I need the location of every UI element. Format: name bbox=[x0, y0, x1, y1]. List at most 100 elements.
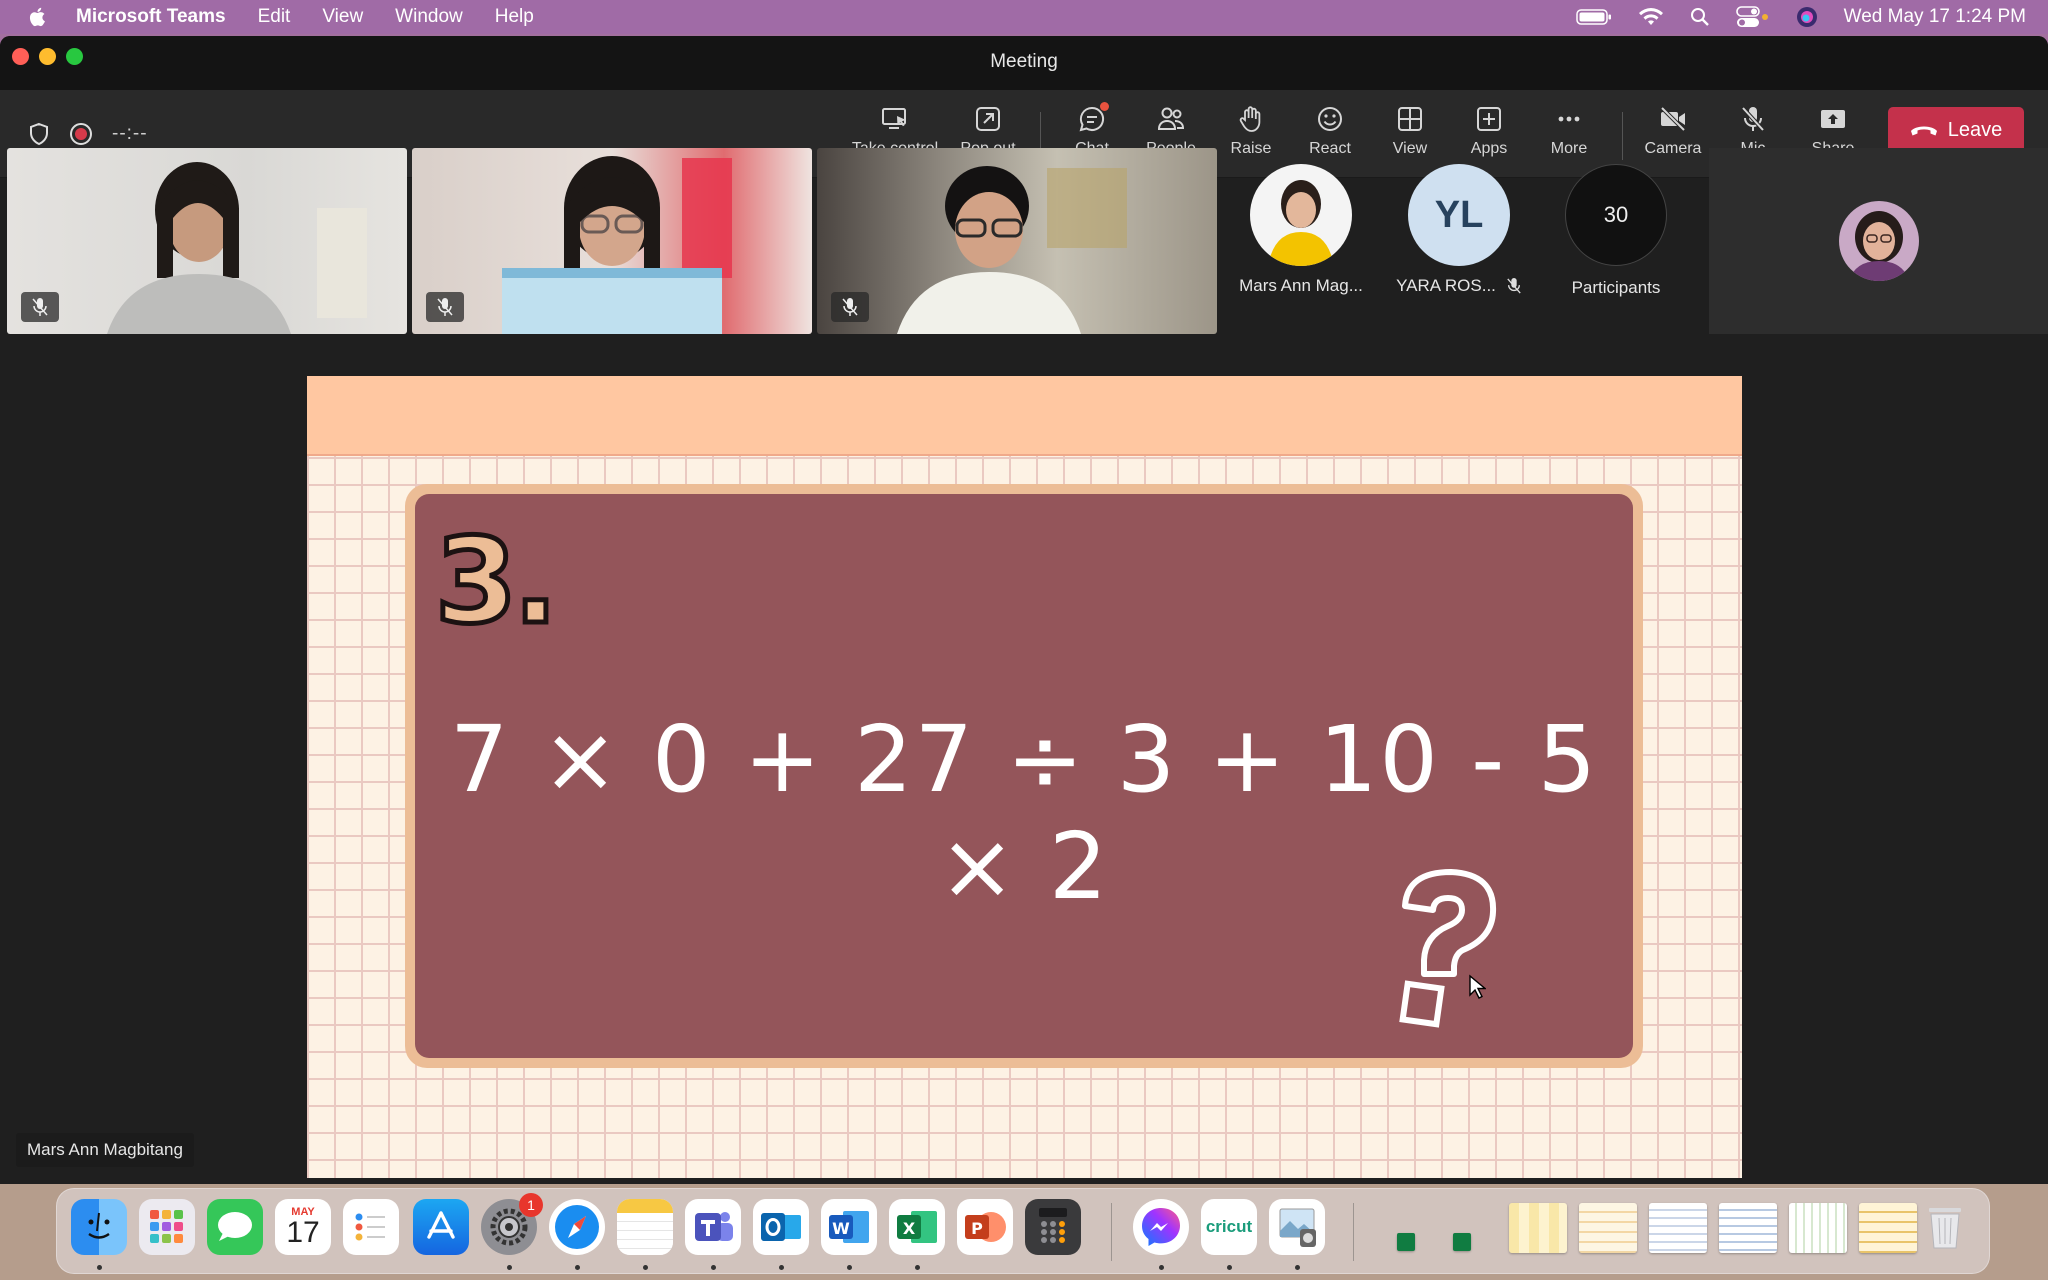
more-icon bbox=[1558, 116, 1580, 122]
spotlight-search-icon[interactable] bbox=[1690, 7, 1710, 27]
menu-app-name[interactable]: Microsoft Teams bbox=[76, 6, 226, 28]
question-number: 3. bbox=[433, 512, 561, 650]
cricut-icon[interactable]: cricut bbox=[1201, 1199, 1257, 1255]
outlook-icon[interactable] bbox=[753, 1199, 809, 1255]
control-center-icon[interactable] bbox=[1735, 6, 1770, 28]
mic-off-icon bbox=[842, 298, 858, 316]
menu-view[interactable]: View bbox=[322, 6, 363, 28]
excel-document-icon[interactable] bbox=[1397, 1233, 1415, 1251]
svg-text:X: X bbox=[903, 1219, 916, 1238]
trash-icon[interactable] bbox=[1917, 1199, 1973, 1255]
take-control-icon bbox=[882, 108, 906, 129]
launchpad-icon[interactable] bbox=[139, 1199, 195, 1255]
avatar: YL bbox=[1408, 164, 1510, 266]
document-thumbnail[interactable] bbox=[1859, 1203, 1917, 1253]
hang-up-icon bbox=[1910, 126, 1937, 136]
document-thumbnail[interactable] bbox=[1719, 1203, 1777, 1253]
participant-avatar-tile[interactable]: YL YARA ROS... bbox=[1389, 164, 1529, 296]
avatar bbox=[1250, 164, 1352, 266]
wifi-icon[interactable] bbox=[1638, 7, 1664, 27]
participant-strip: Mars Ann Mag... YL YARA ROS... 30 Partic… bbox=[0, 146, 2048, 334]
window-titlebar: Meeting bbox=[0, 36, 2048, 90]
presenter-name-label: Mars Ann Magbitang bbox=[16, 1133, 194, 1167]
self-view-tile[interactable] bbox=[1709, 148, 2048, 334]
mic-off-icon bbox=[1741, 106, 1765, 132]
svg-text:W: W bbox=[832, 1219, 850, 1238]
preview-icon[interactable] bbox=[1269, 1199, 1325, 1255]
mic-off-icon bbox=[32, 298, 48, 316]
mic-off-icon bbox=[437, 298, 453, 316]
notification-badge: 1 bbox=[519, 1193, 543, 1217]
muted-indicator bbox=[21, 292, 59, 322]
word-icon[interactable]: W bbox=[821, 1199, 877, 1255]
participant-name: YARA ROS... bbox=[1396, 276, 1496, 295]
messages-icon[interactable] bbox=[207, 1199, 263, 1255]
finder-icon[interactable] bbox=[71, 1199, 127, 1255]
avatar-initials: YL bbox=[1434, 193, 1484, 236]
question-mark-icon bbox=[1399, 869, 1497, 1028]
shield-icon[interactable] bbox=[28, 122, 50, 146]
menu-edit[interactable]: Edit bbox=[258, 6, 291, 28]
muted-indicator bbox=[426, 292, 464, 322]
pop-out-icon bbox=[976, 107, 1000, 131]
react-icon bbox=[1318, 107, 1342, 131]
leave-label: Leave bbox=[1947, 118, 2003, 141]
document-thumbnail[interactable] bbox=[1579, 1203, 1637, 1253]
self-avatar bbox=[1838, 201, 1919, 281]
recording-indicator bbox=[70, 123, 92, 145]
macos-menu-bar: Microsoft Teams Edit View Window Help We… bbox=[0, 0, 2048, 34]
battery-icon[interactable] bbox=[1575, 8, 1612, 26]
cricut-label: cricut bbox=[1205, 1217, 1253, 1236]
document-thumbnail[interactable] bbox=[1509, 1203, 1567, 1253]
shared-screen-slide: 3. 7 × 0 + 27 ÷ 3 + 10 - 5 × 2 bbox=[307, 376, 1742, 1178]
window-title: Meeting bbox=[990, 51, 1058, 72]
participant-count: 30 bbox=[1565, 164, 1667, 266]
macos-dock: MAY 17 1 W X P cricut bbox=[56, 1188, 1990, 1274]
avatar-photo bbox=[1268, 180, 1334, 266]
apple-logo-icon[interactable] bbox=[26, 5, 50, 29]
raise-hand-icon bbox=[1239, 106, 1261, 132]
siri-icon[interactable] bbox=[1796, 6, 1818, 28]
participant-avatar-tile[interactable]: Mars Ann Mag... bbox=[1231, 164, 1371, 296]
powerpoint-icon[interactable]: P bbox=[957, 1199, 1013, 1255]
view-icon bbox=[1398, 107, 1422, 131]
muted-indicator bbox=[831, 292, 869, 322]
calendar-icon[interactable]: MAY 17 bbox=[275, 1199, 331, 1255]
participant-video-tile[interactable] bbox=[7, 148, 407, 334]
calculator-icon[interactable] bbox=[1025, 1199, 1081, 1255]
participant-video-tile[interactable] bbox=[817, 148, 1217, 334]
messenger-icon[interactable] bbox=[1133, 1199, 1189, 1255]
participant-name: Mars Ann Mag... bbox=[1239, 276, 1363, 295]
people-icon bbox=[1157, 107, 1185, 130]
chat-notification-dot bbox=[1100, 102, 1109, 111]
menu-datetime[interactable]: Wed May 17 1:24 PM bbox=[1844, 6, 2026, 28]
document-thumbnail[interactable] bbox=[1789, 1203, 1847, 1253]
notes-icon[interactable] bbox=[617, 1199, 673, 1255]
document-thumbnail[interactable] bbox=[1649, 1203, 1707, 1253]
microsoft-teams-icon[interactable] bbox=[685, 1199, 741, 1255]
participant-video-image bbox=[107, 162, 367, 334]
menu-help[interactable]: Help bbox=[495, 6, 534, 28]
menu-window[interactable]: Window bbox=[395, 6, 463, 28]
app-store-icon[interactable] bbox=[413, 1199, 469, 1255]
slide-header-band bbox=[307, 376, 1742, 456]
meeting-timer: --:-- bbox=[112, 123, 148, 144]
camera-off-icon bbox=[1660, 106, 1686, 132]
participant-video-image bbox=[897, 166, 1127, 334]
excel-icon[interactable]: X bbox=[889, 1199, 945, 1255]
system-settings-icon[interactable]: 1 bbox=[481, 1193, 543, 1255]
participant-video-image bbox=[502, 156, 732, 334]
mic-off-icon bbox=[1507, 278, 1521, 294]
participants-label: Participants bbox=[1571, 278, 1661, 297]
participants-overflow-tile[interactable]: 30 Participants bbox=[1546, 164, 1686, 298]
calendar-day: 17 bbox=[286, 1216, 320, 1249]
apps-icon bbox=[1477, 107, 1501, 131]
svg-text:P: P bbox=[971, 1219, 983, 1238]
participant-video-tile[interactable] bbox=[412, 148, 812, 334]
question-board: 3. 7 × 0 + 27 ÷ 3 + 10 - 5 × 2 bbox=[415, 494, 1633, 1058]
share-icon bbox=[1821, 110, 1845, 128]
question-board-frame: 3. 7 × 0 + 27 ÷ 3 + 10 - 5 × 2 bbox=[405, 484, 1643, 1068]
safari-icon[interactable] bbox=[549, 1199, 605, 1255]
excel-document-icon[interactable] bbox=[1453, 1233, 1471, 1251]
reminders-icon[interactable] bbox=[343, 1199, 399, 1255]
